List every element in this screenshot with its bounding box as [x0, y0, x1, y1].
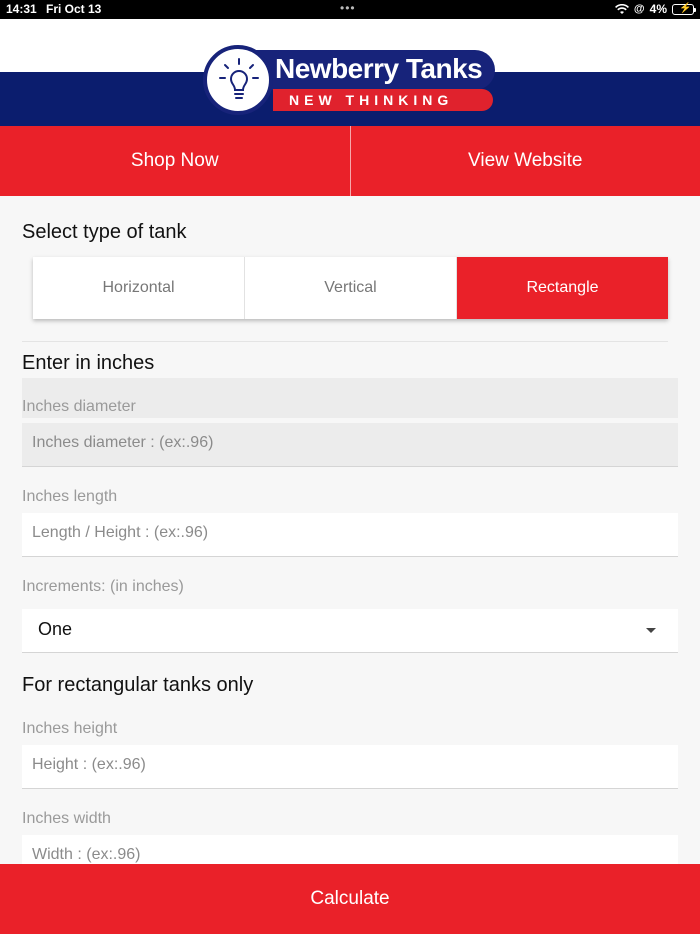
height-field[interactable]: Height : (ex:.96) — [22, 745, 678, 789]
lightbulb-icon — [203, 45, 273, 115]
diameter-label: Inches diameter — [22, 398, 136, 415]
tank-type-title: Select type of tank — [22, 221, 187, 243]
dropdown-arrow-icon — [646, 628, 656, 633]
width-label: Inches width — [22, 810, 111, 827]
wifi-icon — [614, 3, 629, 14]
height-label: Inches height — [22, 720, 118, 737]
brand-logo: Newberry Tanks NEW THINKING — [203, 45, 497, 115]
increments-value: One — [38, 619, 73, 639]
increments-select[interactable]: One — [22, 609, 678, 653]
multitasking-dots-icon[interactable]: ••• — [340, 1, 356, 15]
tank-type-vertical[interactable]: Vertical — [244, 257, 456, 319]
battery-icon: ⚡ — [672, 3, 696, 15]
app-header: Newberry Tanks NEW THINKING — [0, 19, 700, 126]
length-field[interactable]: Length / Height : (ex:.96) — [22, 513, 678, 557]
orientation-lock-icon: @ — [633, 3, 645, 15]
view-website-button[interactable]: View Website — [349, 126, 700, 196]
rectangular-section-title: For rectangular tanks only — [22, 674, 254, 696]
brand-name: Newberry Tanks — [275, 53, 483, 84]
status-bar: 14:31 Fri Oct 13 ••• @ 4% ⚡ — [0, 0, 700, 19]
inches-section-title: Enter in inches — [22, 352, 155, 374]
status-date: Fri Oct 13 — [46, 2, 102, 16]
status-time: 14:31 — [6, 2, 37, 16]
diameter-field[interactable]: Inches diameter : (ex:.96) — [22, 423, 678, 467]
top-actions: Shop Now View Website — [0, 126, 700, 196]
brand-tagline: NEW THINKING — [289, 92, 454, 108]
shop-now-button[interactable]: Shop Now — [0, 126, 350, 196]
tank-type-selector: Horizontal Vertical Rectangle — [33, 257, 668, 319]
calculate-button[interactable]: Calculate — [0, 864, 700, 934]
status-indicators: @ 4% ⚡ — [614, 2, 696, 16]
length-label: Inches length — [22, 488, 118, 505]
increments-label: Increments: (in inches) — [22, 578, 184, 595]
section-divider — [22, 341, 668, 342]
tank-type-horizontal[interactable]: Horizontal — [33, 257, 244, 319]
tank-type-rectangle[interactable]: Rectangle — [456, 257, 668, 319]
battery-percent: 4% — [649, 2, 667, 16]
